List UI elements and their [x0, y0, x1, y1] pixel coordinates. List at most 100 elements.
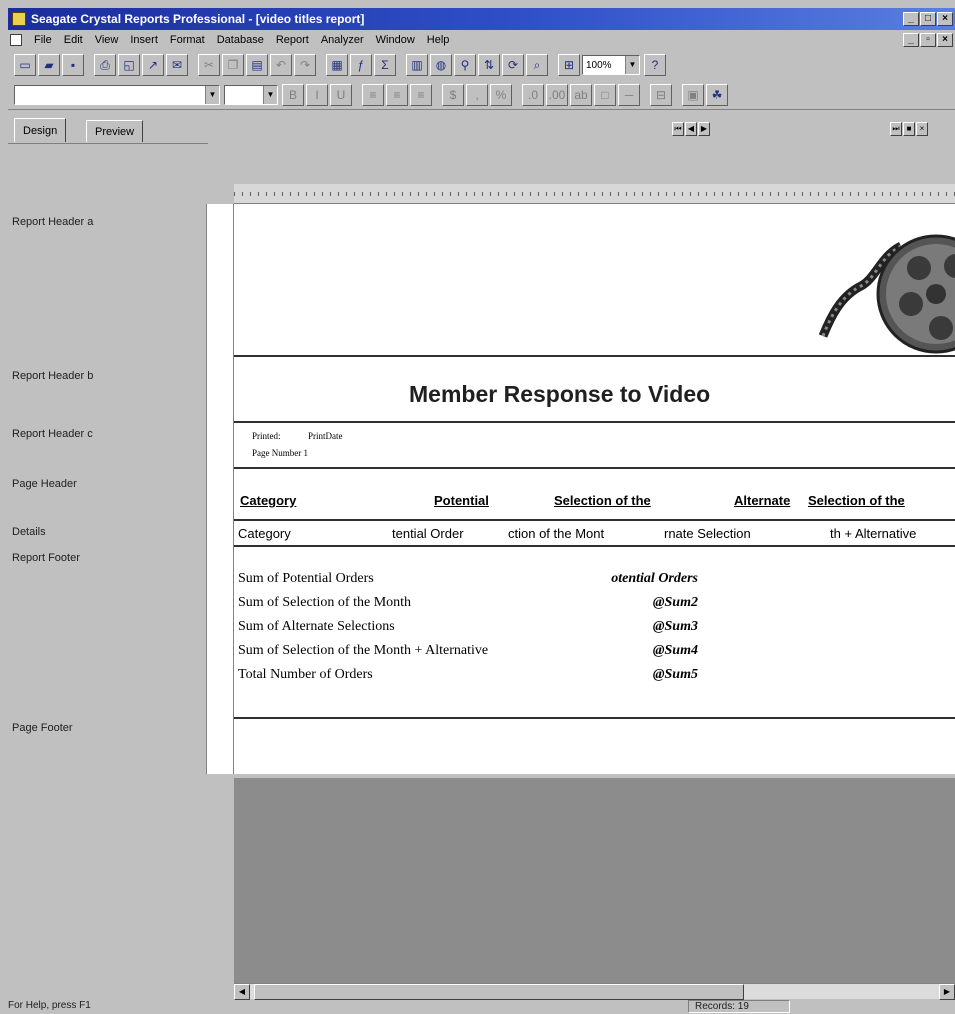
stop-icon[interactable]: ■ [903, 122, 915, 136]
section-details[interactable]: Category tential Order ction of the Mont… [234, 523, 955, 547]
insert-line-icon[interactable]: ─ [618, 83, 640, 106]
bold-icon[interactable]: B [282, 83, 304, 106]
menu-insert[interactable]: Insert [124, 34, 164, 46]
context-help-icon[interactable]: ? [644, 54, 666, 76]
section-page-header[interactable]: Category Potential Selection of the Alte… [234, 471, 955, 521]
footer-label-alternate[interactable]: Sum of Alternate Selections [238, 619, 395, 635]
open-icon[interactable]: ▰ [38, 54, 60, 76]
sort-order-icon[interactable]: ⇅ [478, 54, 500, 76]
detail-potential-orders[interactable]: tential Order [392, 526, 504, 541]
decrease-decimals-icon[interactable]: .00 [546, 83, 568, 106]
printed-label[interactable]: Printed: [252, 431, 281, 441]
print-preview-icon[interactable]: ◱ [118, 54, 140, 76]
tab-design[interactable]: Design [14, 118, 67, 142]
tab-preview[interactable]: Preview [86, 120, 144, 142]
menu-report[interactable]: Report [270, 34, 315, 46]
first-page-icon[interactable]: ⏮ [672, 122, 684, 136]
align-left-icon[interactable]: ≡ [362, 83, 384, 106]
scroll-left-icon[interactable]: ◀ [234, 984, 250, 1000]
report-design-canvas[interactable]: Member Response to Video Printed: PrintD… [234, 204, 955, 787]
footer-label-selection[interactable]: Sum of Selection of the Month [238, 595, 411, 611]
header-selection-of-the-2[interactable]: Selection of the [808, 493, 955, 508]
copy-icon[interactable]: ❐ [222, 54, 244, 76]
new-icon[interactable]: ▭ [14, 54, 36, 76]
percent-icon[interactable]: % [490, 83, 512, 106]
save-icon[interactable]: ▪ [62, 54, 84, 76]
header-selection-of-the[interactable]: Selection of the [554, 493, 704, 508]
section-report-header-c[interactable]: Printed: PrintDate Page Number 1 [234, 425, 955, 469]
menu-database[interactable]: Database [211, 34, 270, 46]
footer-value-sum5[interactable]: @Sum5 [568, 667, 698, 683]
label-report-footer[interactable]: Report Footer [12, 552, 80, 564]
search-icon[interactable]: ⌕ [526, 54, 548, 76]
film-reel-icon[interactable] [811, 216, 955, 356]
zoom-fit-icon[interactable]: ⊞ [558, 54, 580, 76]
page-number-field[interactable]: Page Number 1 [252, 448, 308, 458]
align-center-icon[interactable]: ≡ [386, 83, 408, 106]
section-report-footer[interactable]: Sum of Potential Orders Sum of Selection… [234, 549, 955, 719]
insert-database-field-icon[interactable]: ▦ [326, 54, 348, 76]
refresh-icon[interactable]: ⟳ [502, 54, 524, 76]
maximize-button[interactable]: □ [920, 12, 936, 26]
prev-page-icon[interactable]: ◀ [685, 122, 697, 136]
label-page-header[interactable]: Page Header [12, 478, 77, 490]
print-icon[interactable]: ⎙ [94, 54, 116, 76]
footer-value-sum4[interactable]: @Sum4 [568, 643, 698, 659]
insert-picture-icon[interactable]: ☘ [706, 83, 728, 106]
insert-formula-icon[interactable]: ƒ [350, 54, 372, 76]
menu-file[interactable]: File [28, 34, 58, 46]
underline-icon[interactable]: U [330, 83, 352, 106]
menu-help[interactable]: Help [421, 34, 456, 46]
italic-icon[interactable]: I [306, 83, 328, 106]
font-size-select[interactable]: ▼ [224, 84, 278, 105]
align-right-icon[interactable]: ≡ [410, 83, 432, 106]
insert-chart-icon[interactable]: ▥ [406, 54, 428, 76]
doc-minimize-button[interactable]: _ [903, 33, 919, 47]
insert-summary-icon[interactable]: Σ [374, 54, 396, 76]
mail-icon[interactable]: ✉ [166, 54, 188, 76]
minimize-button[interactable]: _ [903, 12, 919, 26]
font-name-select[interactable]: ▼ [14, 84, 220, 105]
footer-value-sum2[interactable]: @Sum2 [568, 595, 698, 611]
undo-icon[interactable]: ↶ [270, 54, 292, 76]
detail-alternate-selection[interactable]: rnate Selection [664, 526, 804, 541]
section-report-header-b[interactable]: Member Response to Video [234, 359, 955, 423]
horizontal-ruler[interactable] [234, 184, 955, 204]
scroll-right-icon[interactable]: ▶ [939, 984, 955, 1000]
insert-text-icon[interactable]: ab [570, 83, 592, 106]
insert-map-icon[interactable]: ◍ [430, 54, 452, 76]
footer-value-potential[interactable]: otential Orders [568, 571, 698, 587]
paste-icon[interactable]: ▤ [246, 54, 268, 76]
scroll-thumb[interactable] [254, 984, 744, 1000]
document-icon[interactable] [10, 34, 22, 46]
close-button[interactable]: × [937, 12, 953, 26]
footer-label-month-plus-alternative[interactable]: Sum of Selection of the Month + Alternat… [238, 643, 574, 659]
header-category[interactable]: Category [240, 493, 400, 508]
section-report-header-a[interactable] [234, 204, 955, 357]
insert-subreport-icon[interactable]: ▣ [682, 83, 704, 106]
menu-edit[interactable]: Edit [58, 34, 89, 46]
menu-window[interactable]: Window [370, 34, 421, 46]
last-page-icon[interactable]: ⏭ [890, 122, 902, 136]
currency-icon[interactable]: $ [442, 83, 464, 106]
horizontal-scrollbar[interactable]: ◀ ▶ [234, 983, 955, 1000]
next-page-icon[interactable]: ▶ [698, 122, 710, 136]
vertical-ruler[interactable] [206, 204, 234, 774]
menu-format[interactable]: Format [164, 34, 211, 46]
label-report-header-c[interactable]: Report Header c [12, 428, 93, 440]
doc-restore-button[interactable]: ▫ [920, 33, 936, 47]
insert-group-icon[interactable]: ⊟ [650, 83, 672, 106]
export-icon[interactable]: ↗ [142, 54, 164, 76]
detail-selection-of-month[interactable]: ction of the Mont [508, 526, 660, 541]
menu-analyzer[interactable]: Analyzer [315, 34, 370, 46]
print-date-field[interactable]: PrintDate [308, 431, 343, 441]
label-page-footer[interactable]: Page Footer [12, 722, 73, 734]
header-alternate[interactable]: Alternate [734, 493, 808, 508]
close-tab-icon[interactable]: × [916, 122, 928, 136]
increase-decimals-icon[interactable]: .0 [522, 83, 544, 106]
footer-label-total[interactable]: Total Number of Orders [238, 667, 373, 683]
footer-label-potential[interactable]: Sum of Potential Orders [238, 571, 374, 587]
label-report-header-b[interactable]: Report Header b [12, 370, 93, 382]
insert-box-icon[interactable]: □ [594, 83, 616, 106]
doc-close-button[interactable]: × [937, 33, 953, 47]
